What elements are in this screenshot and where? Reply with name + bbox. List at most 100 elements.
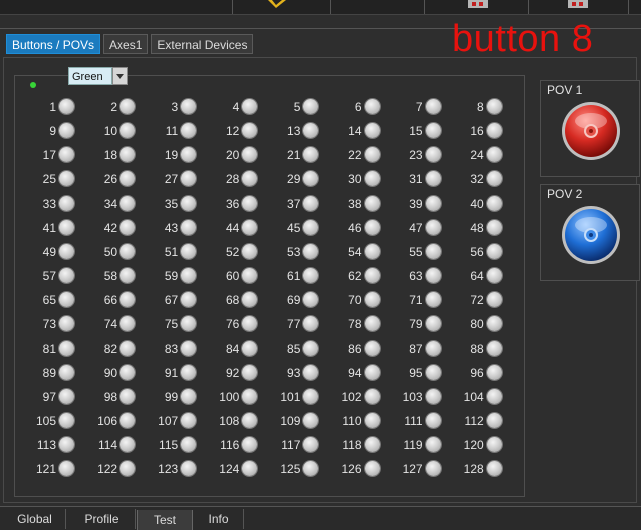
button-indicator: 12 bbox=[203, 122, 259, 140]
tab-test[interactable]: Test bbox=[137, 510, 193, 530]
button-led-icon bbox=[120, 147, 136, 163]
button-number-label: 8 bbox=[477, 100, 484, 114]
button-number-label: 103 bbox=[402, 389, 423, 404]
button-indicator: 21 bbox=[264, 146, 320, 164]
button-number-label: 75 bbox=[164, 317, 179, 332]
button-indicator: 117 bbox=[264, 436, 320, 454]
button-led-icon bbox=[242, 364, 258, 380]
button-led-icon bbox=[425, 340, 441, 356]
tab-buttons-povs[interactable]: Buttons / POVs bbox=[6, 34, 101, 54]
button-number-label: 107 bbox=[158, 413, 179, 428]
button-led-icon bbox=[486, 388, 502, 404]
button-led-icon bbox=[181, 219, 197, 235]
button-number-label: 15 bbox=[409, 124, 423, 139]
button-led-icon bbox=[364, 292, 380, 308]
button-number-label: 80 bbox=[470, 317, 484, 332]
button-number-label: 9 bbox=[49, 124, 56, 139]
button-led-icon bbox=[59, 268, 74, 284]
button-indicator: 112 bbox=[448, 412, 504, 430]
button-indicator: 93 bbox=[264, 364, 320, 382]
pov-2-title: POV 2 bbox=[547, 187, 583, 201]
button-led-icon bbox=[303, 461, 319, 477]
button-number-label: 57 bbox=[42, 269, 56, 284]
button-indicator: 22 bbox=[326, 146, 382, 164]
tab-bar: Buttons / POVs Axes1 External Devices bbox=[6, 34, 254, 56]
button-indicator: 29 bbox=[264, 170, 320, 188]
button-indicator: 13 bbox=[264, 122, 320, 140]
button-number-label: 29 bbox=[287, 172, 301, 187]
button-number-label: 10 bbox=[103, 124, 118, 139]
button-led-icon bbox=[364, 147, 380, 163]
button-number-label: 55 bbox=[409, 244, 423, 259]
button-number-label: 34 bbox=[103, 196, 118, 211]
button-indicator: 53 bbox=[264, 243, 320, 261]
button-led-icon bbox=[303, 99, 319, 114]
button-led-icon bbox=[181, 171, 197, 187]
button-number-label: 101 bbox=[280, 389, 301, 404]
pov-1-box: POV 1 bbox=[540, 80, 640, 177]
device-icon[interactable] bbox=[566, 0, 592, 12]
button-number-label: 13 bbox=[287, 124, 301, 139]
button-led-icon bbox=[486, 243, 502, 259]
button-led-icon bbox=[303, 364, 319, 380]
button-led-icon bbox=[181, 412, 197, 428]
button-indicator: 9 bbox=[20, 122, 76, 140]
button-indicator: 39 bbox=[387, 195, 443, 213]
button-led-icon bbox=[181, 292, 197, 308]
button-indicator: 11 bbox=[142, 122, 198, 140]
button-number-label: 58 bbox=[103, 269, 118, 284]
device-icon[interactable] bbox=[466, 0, 492, 12]
button-number-label: 88 bbox=[470, 341, 484, 356]
button-led-icon bbox=[59, 437, 74, 453]
button-led-icon bbox=[303, 243, 319, 259]
chevron-down-icon[interactable] bbox=[112, 67, 128, 85]
button-number-label: 47 bbox=[409, 220, 423, 235]
tab-axes1[interactable]: Axes1 bbox=[103, 34, 149, 54]
button-led-icon bbox=[120, 340, 136, 356]
button-indicator: 68 bbox=[203, 291, 259, 309]
button-led-icon bbox=[303, 171, 319, 187]
button-number-label: 109 bbox=[280, 413, 301, 428]
button-number-label: 27 bbox=[164, 172, 179, 187]
button-indicator: 33 bbox=[20, 195, 76, 213]
button-led-icon bbox=[486, 437, 502, 453]
button-led-icon bbox=[364, 412, 380, 428]
button-number-label: 84 bbox=[225, 341, 240, 356]
button-indicator: 91 bbox=[142, 364, 198, 382]
button-indicator: 50 bbox=[81, 243, 137, 261]
pov-hat-icon bbox=[562, 206, 620, 264]
button-number-label: 112 bbox=[464, 413, 484, 428]
button-indicator: 97 bbox=[20, 388, 76, 406]
button-number-label: 81 bbox=[42, 341, 56, 356]
button-indicator: 8 bbox=[448, 98, 504, 116]
button-led-icon bbox=[425, 171, 441, 187]
led-color-select[interactable]: Green bbox=[68, 67, 129, 85]
led-color-value[interactable]: Green bbox=[68, 67, 112, 85]
tab-global[interactable]: Global bbox=[4, 509, 66, 529]
button-number-label: 108 bbox=[219, 413, 240, 428]
button-indicator: 28 bbox=[203, 170, 259, 188]
button-indicator: 35 bbox=[142, 195, 198, 213]
wizard-icon[interactable] bbox=[266, 0, 288, 10]
button-number-label: 127 bbox=[402, 462, 423, 477]
button-indicator: 70 bbox=[326, 291, 382, 309]
button-number-label: 61 bbox=[287, 269, 301, 284]
tab-info[interactable]: Info bbox=[194, 509, 244, 529]
button-led-icon bbox=[364, 123, 380, 139]
button-led-icon bbox=[120, 219, 136, 235]
tab-external-devices[interactable]: External Devices bbox=[151, 34, 254, 54]
button-number-label: 92 bbox=[225, 365, 240, 380]
button-led-icon bbox=[364, 364, 380, 380]
button-number-label: 28 bbox=[225, 172, 240, 187]
button-led-icon bbox=[181, 437, 197, 453]
button-number-label: 16 bbox=[470, 124, 484, 139]
button-number-label: 24 bbox=[470, 148, 484, 163]
button-led-icon bbox=[486, 316, 502, 332]
button-led-icon bbox=[486, 123, 502, 139]
button-led-icon bbox=[303, 147, 319, 163]
button-indicator: 95 bbox=[387, 364, 443, 382]
button-indicator: 45 bbox=[264, 219, 320, 237]
toolbar-divider bbox=[528, 0, 529, 14]
button-number-label: 6 bbox=[354, 100, 362, 114]
tab-profile[interactable]: Profile bbox=[68, 509, 136, 529]
